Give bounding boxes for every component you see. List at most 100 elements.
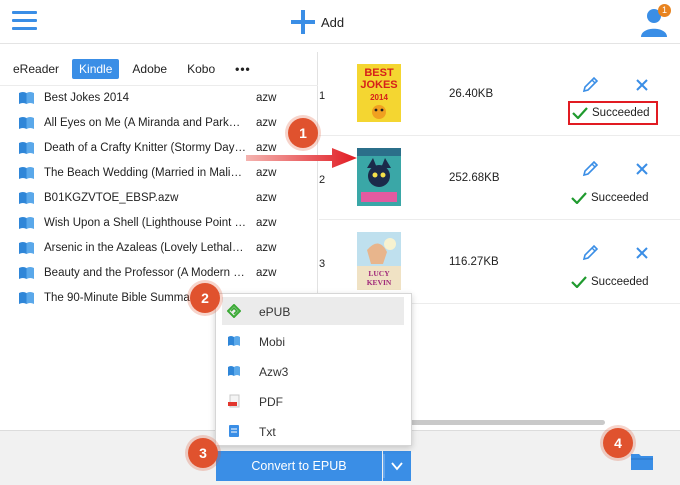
pdf-icon: [228, 394, 240, 408]
status-indicator: Succeeded: [568, 101, 658, 125]
mobi-icon: [228, 336, 240, 346]
format-option-txt[interactable]: Txt: [222, 417, 404, 445]
format-option-azw3[interactable]: Azw3: [222, 357, 404, 385]
book-format: azw: [256, 242, 277, 254]
check-icon: [571, 192, 587, 204]
format-option-label: Txt: [259, 425, 276, 439]
book-format: azw: [256, 267, 277, 279]
book-icon: [19, 192, 34, 204]
svg-text:BEST: BEST: [364, 67, 394, 79]
svg-text:LUCY: LUCY: [368, 269, 390, 278]
format-option-label: PDF: [259, 395, 283, 409]
open-folder-button[interactable]: [630, 451, 654, 471]
book-list: Best Jokes 2014 azw All Eyes on Me (A Mira…: [0, 86, 318, 311]
status-indicator: Succeeded: [571, 188, 649, 208]
book-icon: [19, 267, 34, 279]
edit-icon[interactable]: [581, 76, 599, 94]
status-text: Succeeded: [592, 107, 650, 119]
more-tabs-button[interactable]: •••: [228, 59, 258, 79]
plus-icon: [291, 10, 315, 34]
arrow-annotation: [246, 148, 357, 168]
book-icon: [19, 92, 34, 104]
row-number: 3: [319, 258, 326, 270]
book-row[interactable]: Best Jokes 2014 azw: [0, 86, 318, 111]
check-icon: [571, 276, 587, 288]
callout-2: 2: [190, 283, 220, 313]
remove-icon[interactable]: [635, 78, 649, 92]
conversion-row: 1 BEST JOKES 2014 26.40KB Succeeded: [319, 52, 680, 136]
book-row[interactable]: Beauty and the Professor (A Modern Fa...…: [0, 261, 318, 286]
book-row[interactable]: Arsenic in the Azaleas (Lovely Lethal G.…: [0, 236, 318, 261]
format-option-epub[interactable]: ePUB: [222, 297, 404, 325]
format-option-label: Azw3: [259, 365, 289, 379]
book-format: azw: [256, 92, 277, 104]
callout-3: 3: [188, 438, 218, 468]
row-number: 2: [319, 174, 326, 186]
format-option-pdf[interactable]: PDF: [222, 387, 404, 415]
book-title: Wish Upon a Shell (Lighthouse Point Bo..…: [44, 217, 246, 229]
format-option-label: Mobi: [259, 335, 286, 349]
book-icon: [19, 142, 34, 154]
tab-kobo[interactable]: Kobo: [180, 59, 222, 79]
book-icon: [19, 217, 34, 229]
check-icon: [572, 107, 588, 119]
book-format: azw: [256, 217, 277, 229]
book-title: Beauty and the Professor (A Modern Fa...: [44, 267, 246, 279]
book-title: All Eyes on Me (A Miranda and Parker ...: [44, 117, 246, 129]
folder-icon: [631, 454, 653, 470]
file-size: 116.27KB: [449, 256, 499, 268]
add-button[interactable]: Add: [291, 9, 344, 35]
epub-icon: [227, 304, 241, 318]
book-title: Best Jokes 2014: [44, 92, 130, 104]
tab-kindle[interactable]: Kindle: [72, 59, 120, 79]
book-title: The Beach Wedding (Married in Malibu ...: [44, 167, 246, 179]
add-label: Add: [321, 14, 345, 30]
device-tabs: eReader Kindle Adobe Kobo •••: [0, 58, 258, 80]
remove-icon[interactable]: [635, 246, 649, 260]
format-dropdown-toggle[interactable]: [383, 451, 411, 481]
menu-icon[interactable]: [12, 11, 37, 31]
file-size: 252.68KB: [449, 172, 500, 184]
conversion-row: 2 252.68KB Succeeded: [319, 136, 680, 220]
tab-ereader[interactable]: eReader: [6, 59, 66, 79]
book-title: Death of a Crafty Knitter (Stormy Day M.…: [44, 142, 246, 154]
book-cover: BEST JOKES 2014: [357, 64, 401, 122]
book-cover: [357, 148, 401, 206]
book-icon: [19, 117, 34, 129]
book-title: B01KGZVTOE_EBSP.azw: [44, 192, 179, 204]
convert-button[interactable]: Convert to EPUB: [216, 451, 382, 481]
status-text: Succeeded: [591, 192, 649, 204]
notification-badge: 1: [658, 4, 671, 17]
svg-text:JOKES: JOKES: [360, 79, 397, 91]
book-icon: [19, 167, 34, 179]
format-menu: ePUB Mobi Azw3 PDF Txt: [215, 293, 412, 446]
edit-icon[interactable]: [581, 160, 599, 178]
book-cover: LUCY KEVIN: [357, 232, 401, 290]
callout-4: 4: [603, 428, 633, 458]
book-title: Arsenic in the Azaleas (Lovely Lethal G.…: [44, 242, 246, 254]
chevron-down-icon: [383, 454, 403, 478]
top-toolbar: Add 1: [0, 0, 680, 44]
book-icon: [19, 242, 34, 254]
svg-text:2014: 2014: [370, 93, 388, 102]
conversion-row: 3 LUCY KEVIN 116.27KB Succeeded: [319, 220, 680, 304]
remove-icon[interactable]: [635, 162, 649, 176]
format-option-mobi[interactable]: Mobi: [222, 327, 404, 355]
book-row[interactable]: All Eyes on Me (A Miranda and Parker ...…: [0, 111, 318, 136]
format-option-label: ePUB: [259, 305, 291, 319]
book-format: azw: [256, 192, 277, 204]
callout-1: 1: [288, 118, 318, 148]
row-number: 1: [319, 90, 326, 102]
txt-icon: [229, 425, 239, 437]
edit-icon[interactable]: [581, 244, 599, 262]
status-indicator: Succeeded: [571, 272, 649, 292]
status-text: Succeeded: [591, 276, 649, 288]
svg-text:KEVIN: KEVIN: [367, 278, 392, 287]
tab-adobe[interactable]: Adobe: [125, 59, 174, 79]
file-size: 26.40KB: [449, 88, 494, 100]
user-account-button[interactable]: 1: [638, 4, 672, 38]
book-icon: [19, 292, 34, 304]
book-format: azw: [256, 117, 277, 129]
book-row[interactable]: B01KGZVTOE_EBSP.azw azw: [0, 186, 318, 211]
book-row[interactable]: Wish Upon a Shell (Lighthouse Point Bo..…: [0, 211, 318, 236]
